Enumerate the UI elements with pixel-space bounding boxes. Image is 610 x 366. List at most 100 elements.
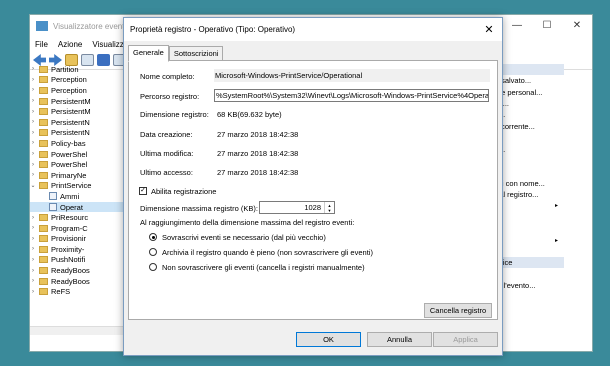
tree-item[interactable]: › Partition (30, 64, 125, 75)
tree-item[interactable]: › Perception (30, 85, 125, 96)
tree-item[interactable]: › PersistentN (30, 117, 125, 128)
accessed-value: 27 marzo 2018 18:42:38 (217, 168, 299, 177)
tree-item[interactable]: › Proximity- (30, 244, 125, 255)
max-size-value[interactable]: 1028 (260, 203, 324, 212)
tree-expand-icon[interactable]: › (30, 87, 36, 93)
folder-icon (39, 267, 48, 275)
tree-item[interactable]: › PersistentM (30, 96, 125, 107)
log-size-value: 68 KB(69.632 byte) (217, 110, 282, 119)
tree-item[interactable]: › Perception (30, 75, 125, 86)
folder-icon (39, 129, 48, 137)
tree-expand-icon[interactable]: › (30, 162, 36, 168)
tab-generale[interactable]: Generale (128, 45, 169, 62)
menu-azione[interactable]: Azione (58, 40, 82, 49)
folder-icon (39, 108, 48, 116)
folder-icon (39, 245, 48, 253)
tree-item-label: Policy-bas (51, 138, 86, 148)
window-controls: — ☐ ✕ (502, 15, 592, 35)
maximize-button[interactable]: ☐ (532, 15, 562, 35)
tree-horizontal-scrollbar[interactable] (30, 326, 125, 335)
tree-item[interactable]: Ammi (30, 191, 125, 202)
tree-item[interactable]: › ReadyBoos (30, 276, 125, 287)
folder-icon (39, 235, 48, 243)
menu-file[interactable]: File (35, 40, 48, 49)
tree-expand-icon[interactable]: › (30, 109, 36, 115)
tree-item[interactable]: › PowerShel (30, 149, 125, 160)
close-window-button[interactable]: ✕ (562, 15, 592, 35)
event-viewer-title: Visualizzatore eventi (53, 21, 127, 31)
minimize-button[interactable]: — (502, 15, 532, 35)
tree-item-label: PrimaryNe (51, 170, 87, 180)
tree-item[interactable]: › Policy-bas (30, 138, 125, 149)
do-not-overwrite-radio[interactable] (149, 263, 157, 271)
apply-button[interactable]: Applica (433, 332, 498, 347)
max-size-spin-arrows[interactable]: ▲ ▼ (324, 202, 334, 213)
tree-item[interactable]: › PrimaryNe (30, 170, 125, 181)
tree-item-label: PowerShel (51, 160, 88, 170)
tree-expand-icon[interactable]: › (30, 151, 36, 157)
full-name-label: Nome completo: (140, 72, 195, 81)
full-name-value: Microsoft-Windows-PrintService/Operation… (214, 69, 490, 82)
overwrite-radio[interactable] (149, 233, 157, 241)
enable-logging-checkbox[interactable]: ✓ (139, 187, 147, 195)
accessed-label: Ultimo accesso: (140, 168, 193, 177)
tree-expand-icon[interactable]: › (30, 225, 36, 231)
folder-icon (39, 277, 48, 285)
log-path-field[interactable]: %SystemRoot%\System32\Winevt\Logs\Micros… (214, 89, 489, 102)
tree-item-label: PrintService (51, 181, 92, 191)
tree-item-label: Program-C (51, 223, 88, 233)
tree-expand-icon[interactable]: › (30, 98, 36, 104)
enable-logging-label[interactable]: Abilita registrazione (151, 187, 216, 196)
tree-item[interactable]: Operat (30, 201, 125, 213)
cancel-button[interactable]: Annulla (367, 332, 432, 347)
dialog-close-button[interactable]: ✕ (478, 20, 500, 39)
tree-expand-icon[interactable]: › (30, 215, 36, 221)
tree-expand-icon[interactable]: › (30, 140, 36, 146)
tree-expand-icon[interactable]: › (30, 66, 36, 72)
tree-expand-icon[interactable]: › (30, 257, 36, 263)
modified-label: Ultima modifica: (140, 149, 194, 158)
tree-item[interactable]: ⌄ PrintService (30, 181, 125, 192)
tree-item[interactable]: › PriResourc (30, 212, 125, 223)
tree-item-label: Proximity- (51, 244, 85, 254)
tree-item[interactable]: › PowerShel (30, 159, 125, 170)
spin-down-icon[interactable]: ▼ (328, 208, 332, 213)
log-icon (49, 192, 57, 201)
tree-item-label: PersistentN (51, 117, 90, 127)
folder-icon (39, 97, 48, 105)
dialog-title: Proprietà registro - Operativo (Tipo: Op… (130, 25, 296, 34)
tree-expand-icon[interactable]: › (30, 278, 36, 284)
tree-item[interactable]: › PersistentM (30, 106, 125, 117)
tree-item[interactable]: › Program-C (30, 223, 125, 234)
folder-icon (39, 86, 48, 94)
archive-radio[interactable] (149, 248, 157, 256)
tree-item-label: Perception (51, 85, 87, 95)
tree-item[interactable]: › Provisionir (30, 234, 125, 245)
clear-log-button[interactable]: Cancella registro (424, 303, 492, 318)
tree-item[interactable]: › ReadyBoos (30, 265, 125, 276)
tree-expand-icon[interactable]: › (30, 77, 36, 83)
tree-item[interactable]: › ReFS (30, 286, 125, 297)
dialog-titlebar: Proprietà registro - Operativo (Tipo: Op… (124, 18, 502, 41)
tree-expand-icon[interactable]: › (30, 172, 36, 178)
tree-item-label: ReFS (51, 287, 71, 297)
tree-item-label: PersistentN (51, 128, 90, 138)
tree-expand-icon[interactable]: › (30, 268, 36, 274)
do-not-overwrite-option-label[interactable]: Non sovrascrivere gli eventi (cancella i… (162, 263, 365, 272)
folder-icon (39, 118, 48, 126)
archive-option-label[interactable]: Archivia il registro quando è pieno (non… (162, 248, 373, 257)
overwrite-option-label[interactable]: Sovrascrivi eventi se necessario (dal pi… (162, 233, 326, 242)
tree-expand-icon[interactable]: › (30, 130, 36, 136)
tree-item[interactable]: › PersistentN (30, 128, 125, 139)
tree-expand-icon[interactable]: ⌄ (30, 182, 36, 189)
max-size-stepper[interactable]: 1028 ▲ ▼ (259, 201, 335, 214)
tree-item[interactable]: › PushNotifi (30, 255, 125, 266)
tree-expand-icon[interactable]: › (30, 289, 36, 295)
ok-button[interactable]: OK (296, 332, 361, 347)
tree-expand-icon[interactable]: › (30, 119, 36, 125)
folder-icon (39, 224, 48, 232)
tree-expand-icon[interactable]: › (30, 246, 36, 252)
max-size-label: Dimensione massima registro (KB): (140, 204, 258, 213)
general-tab-panel: Nome completo: Microsoft-Windows-PrintSe… (128, 60, 498, 320)
tree-expand-icon[interactable]: › (30, 236, 36, 242)
